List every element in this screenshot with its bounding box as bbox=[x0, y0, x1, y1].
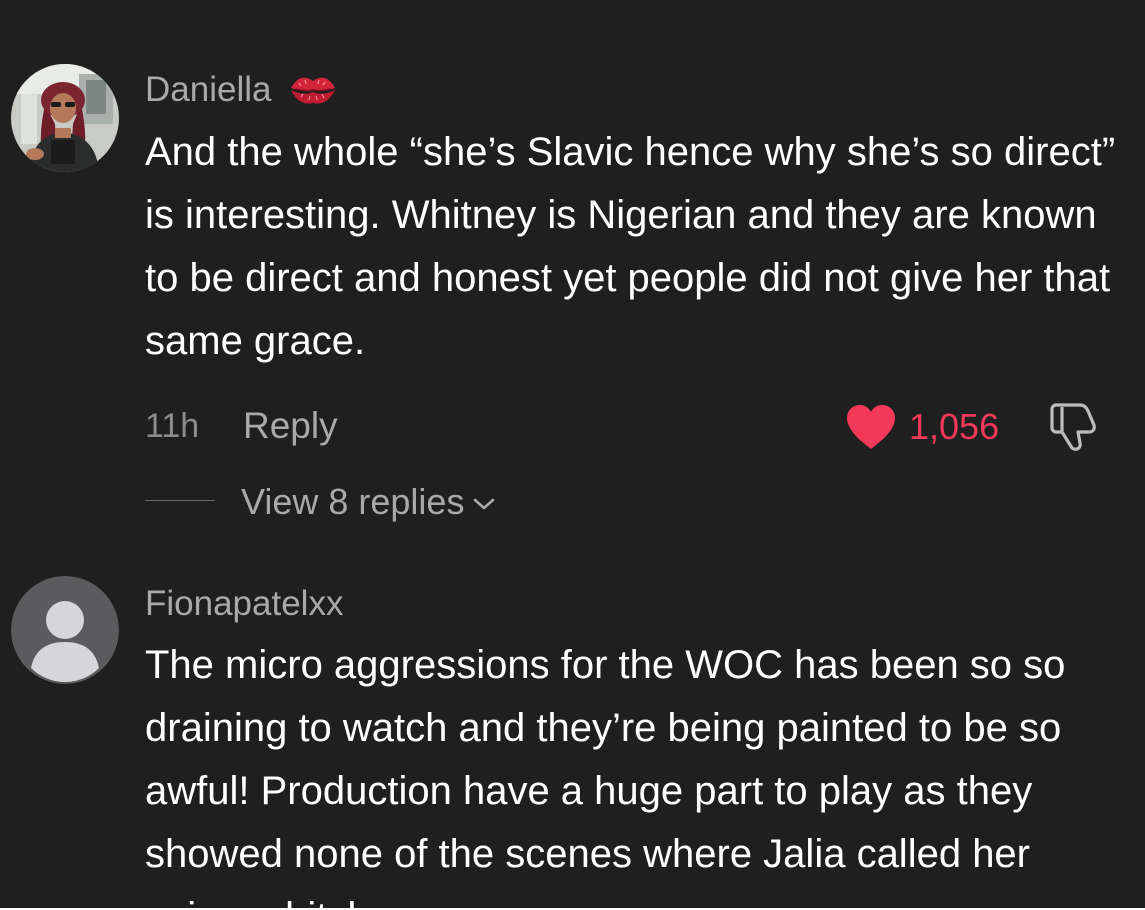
heart-icon bbox=[847, 405, 895, 449]
username-text: Daniella bbox=[145, 70, 272, 109]
username-text: Fionapatelxx bbox=[145, 584, 344, 623]
username[interactable]: Daniella bbox=[145, 72, 337, 107]
chevron-down-icon bbox=[474, 498, 495, 510]
replies-divider bbox=[145, 500, 215, 501]
avatar-daniella[interactable] bbox=[11, 64, 119, 172]
thumbs-down-icon bbox=[1050, 403, 1096, 451]
comment-text: The micro aggressions for the WOC has be… bbox=[145, 643, 1066, 908]
comment-text: And the whole “she’s Slavic hence why sh… bbox=[145, 130, 1116, 363]
view-replies-button[interactable]: View 8 replies bbox=[241, 484, 496, 520]
comment-timestamp: 11h bbox=[145, 407, 200, 445]
like-button[interactable]: 1,056 bbox=[845, 402, 999, 452]
kiss-lips-icon bbox=[291, 77, 336, 104]
view-replies-label: View 8 replies bbox=[241, 481, 465, 522]
avatar-fionapatelxx[interactable] bbox=[11, 576, 119, 684]
screen: Daniella And the whole “she’s Slavic hen… bbox=[0, 0, 1145, 910]
reply-button[interactable]: Reply bbox=[243, 407, 338, 444]
default-avatar-icon bbox=[11, 576, 119, 684]
like-count: 1,056 bbox=[909, 406, 1000, 447]
username[interactable]: Fionapatelxx bbox=[145, 586, 343, 621]
dislike-button[interactable] bbox=[1046, 401, 1100, 458]
comments-panel: Daniella And the whole “she’s Slavic hen… bbox=[0, 0, 1145, 908]
